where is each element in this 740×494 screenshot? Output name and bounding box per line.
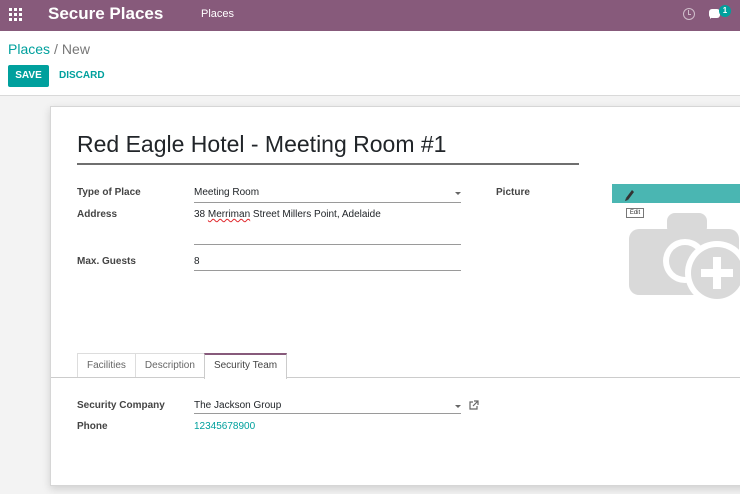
- control-panel: Places / New SAVE DISCARD: [0, 31, 740, 96]
- address-label: Address: [77, 209, 118, 220]
- form-sheet: Red Eagle Hotel - Meeting Room #1 Type o…: [50, 106, 740, 486]
- breadcrumb-places-link[interactable]: Places: [8, 41, 50, 57]
- type-of-place-value: Meeting Room: [194, 187, 260, 198]
- tab-security-team[interactable]: Security Team: [203, 353, 288, 379]
- max-guests-input[interactable]: 8: [194, 256, 461, 271]
- breadcrumb: Places / New: [8, 41, 90, 57]
- menu-item-places[interactable]: Places: [201, 8, 234, 20]
- breadcrumb-separator: /: [54, 41, 58, 57]
- security-company-value: The Jackson Group: [194, 400, 282, 411]
- type-of-place-label: Type of Place: [77, 187, 141, 198]
- top-navbar: Secure Places Places 1: [0, 0, 740, 31]
- external-link-icon[interactable]: [469, 400, 479, 410]
- security-company-label: Security Company: [77, 400, 165, 411]
- max-guests-label: Max. Guests: [77, 256, 136, 267]
- phone-link[interactable]: 12345678900: [194, 421, 255, 432]
- address-value: 38 Merriman Street Millers Point, Adelai…: [194, 209, 381, 220]
- save-button[interactable]: SAVE: [8, 65, 49, 87]
- camera-plus-icon[interactable]: [627, 209, 740, 307]
- type-of-place-select[interactable]: Meeting Room: [194, 187, 461, 203]
- address-textarea[interactable]: 38 Merriman Street Millers Point, Adelai…: [194, 209, 461, 245]
- app-brand: Secure Places: [48, 4, 164, 23]
- dropdown-caret-icon: [455, 405, 461, 408]
- place-name-input[interactable]: Red Eagle Hotel - Meeting Room #1: [77, 131, 579, 165]
- pencil-icon[interactable]: [623, 187, 635, 201]
- message-count-badge: 1: [719, 5, 731, 17]
- discard-button[interactable]: DISCARD: [59, 70, 105, 81]
- phone-label: Phone: [77, 421, 108, 432]
- phone-value[interactable]: 12345678900: [194, 421, 255, 432]
- breadcrumb-current: New: [61, 41, 90, 57]
- clock-icon[interactable]: [683, 8, 695, 20]
- notebook-tabs: Facilities Description Security Team: [77, 353, 288, 379]
- tab-description[interactable]: Description: [134, 353, 205, 378]
- picture-label: Picture: [496, 187, 530, 198]
- tab-facilities[interactable]: Facilities: [77, 353, 136, 378]
- dropdown-caret-icon: [455, 192, 461, 195]
- apps-grid-icon[interactable]: [9, 8, 23, 22]
- security-company-select[interactable]: The Jackson Group: [194, 400, 461, 414]
- tabs-divider: [51, 377, 740, 378]
